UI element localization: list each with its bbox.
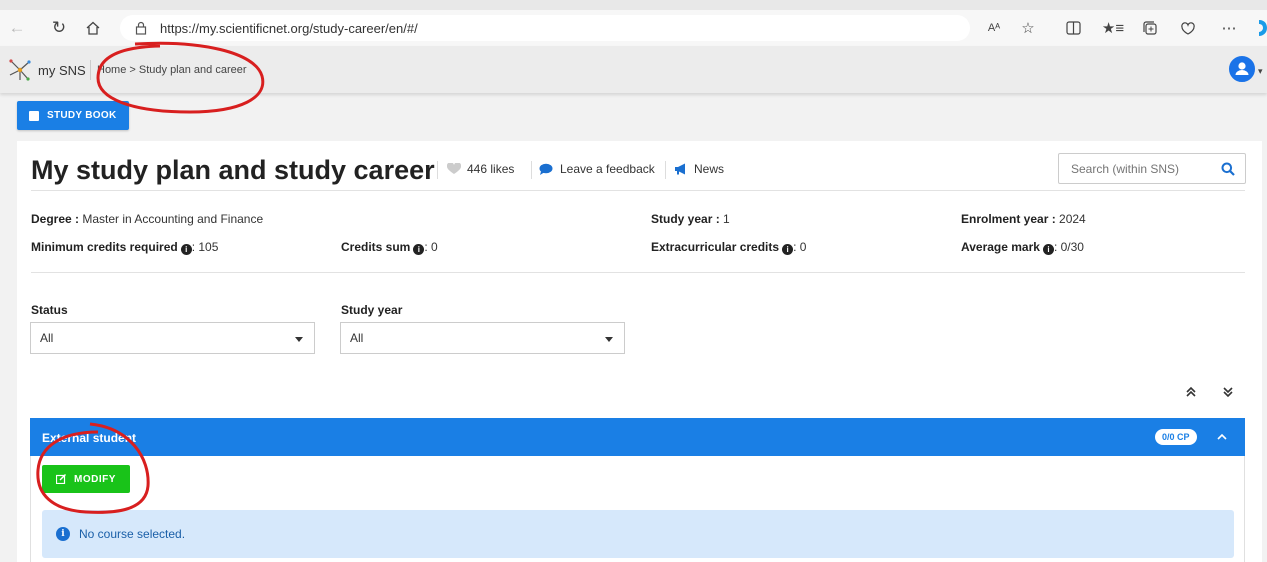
credits-sum-label: Credits sum xyxy=(341,240,410,254)
megaphone-icon xyxy=(674,163,688,175)
search-input[interactable] xyxy=(1071,162,1201,176)
study-year-select-value: All xyxy=(350,331,363,345)
breadcrumb[interactable]: Home > Study plan and career xyxy=(97,64,247,76)
app-header: my SNS Home > Study plan and career ▾ xyxy=(0,46,1267,93)
comment-icon xyxy=(539,163,553,175)
external-student-panel-header[interactable]: External student 0/0 CP xyxy=(30,418,1245,456)
average-mark-label: Average mark xyxy=(961,240,1040,254)
divider xyxy=(437,161,438,179)
credits-sum-info: Credits sumi: 0 xyxy=(341,240,438,255)
collapse-all-icon[interactable] xyxy=(1185,385,1197,401)
edit-icon xyxy=(56,474,66,484)
likes-button[interactable]: 446 likes xyxy=(447,162,514,176)
info-icon[interactable]: i xyxy=(413,244,424,255)
status-filter-label: Status xyxy=(31,303,68,317)
logo-icon[interactable] xyxy=(8,58,32,82)
min-credits-label: Minimum credits required xyxy=(31,240,178,254)
more-icon[interactable]: ⋯ xyxy=(1218,17,1240,39)
average-mark-value: : 0/30 xyxy=(1054,240,1084,254)
extra-credits-label: Extracurricular credits xyxy=(651,240,779,254)
enrolment-year-info: Enrolment year : 2024 xyxy=(961,212,1086,226)
url-text[interactable]: https://my.scientificnet.org/study-caree… xyxy=(160,21,418,36)
divider xyxy=(31,190,1245,191)
reload-icon[interactable]: ↻ xyxy=(48,17,70,39)
modify-button[interactable]: MODIFY xyxy=(42,465,130,493)
feedback-label: Leave a feedback xyxy=(560,162,655,176)
extra-credits-info: Extracurricular creditsi: 0 xyxy=(651,240,806,255)
chevron-down-icon xyxy=(295,337,303,342)
credits-badge: 0/0 CP xyxy=(1155,429,1197,445)
study-year-value: 1 xyxy=(720,212,730,226)
enrolment-year-label: Enrolment year : xyxy=(961,212,1056,226)
info-icon: i xyxy=(56,527,70,541)
alert-text: No course selected. xyxy=(79,527,185,541)
chevron-down-icon xyxy=(605,337,613,342)
divider xyxy=(665,161,666,179)
study-year-label: Study year : xyxy=(651,212,720,226)
info-icon[interactable]: i xyxy=(782,244,793,255)
expand-all-icon[interactable] xyxy=(1222,385,1234,401)
min-credits-info: Minimum credits requiredi: 105 xyxy=(31,240,218,255)
degree-info: Degree : Master in Accounting and Financ… xyxy=(31,212,263,226)
favorites-icon[interactable]: ★≡ xyxy=(1102,17,1124,39)
browser-toolbar: ← ↻ https://my.scientificnet.org/study-c… xyxy=(0,10,1267,46)
chevron-up-icon[interactable] xyxy=(1217,429,1227,444)
divider xyxy=(531,161,532,179)
user-icon[interactable] xyxy=(1229,56,1255,82)
favorite-star-icon[interactable]: ☆ xyxy=(1017,17,1039,39)
min-credits-value: : 105 xyxy=(192,240,219,254)
news-label: News xyxy=(694,162,724,176)
status-select[interactable]: All xyxy=(30,322,315,354)
brand-name[interactable]: my SNS xyxy=(38,63,86,78)
extra-credits-value: : 0 xyxy=(793,240,806,254)
credits-sum-value: : 0 xyxy=(424,240,437,254)
feedback-link[interactable]: Leave a feedback xyxy=(539,162,655,176)
address-bar[interactable]: https://my.scientificnet.org/study-caree… xyxy=(120,15,970,41)
status-select-value: All xyxy=(40,331,53,345)
split-screen-icon[interactable] xyxy=(1062,17,1084,39)
divider xyxy=(31,272,1245,273)
page-title: My study plan and study career xyxy=(31,155,435,186)
main-card: My study plan and study career 446 likes… xyxy=(17,141,1262,562)
modify-label: MODIFY xyxy=(74,474,116,485)
tab-strip xyxy=(0,0,1267,10)
study-book-label: STUDY BOOK xyxy=(47,110,117,121)
divider xyxy=(90,60,91,80)
study-year-select[interactable]: All xyxy=(340,322,625,354)
degree-label: Degree : xyxy=(31,212,79,226)
collections-icon[interactable] xyxy=(1139,17,1161,39)
copilot-icon[interactable] xyxy=(1251,17,1267,39)
read-aloud-icon[interactable]: Aᴬ xyxy=(983,17,1005,39)
book-icon xyxy=(29,111,39,121)
study-year-filter-label: Study year xyxy=(341,303,402,317)
home-icon[interactable] xyxy=(82,17,104,39)
info-icon[interactable]: i xyxy=(181,244,192,255)
info-icon[interactable]: i xyxy=(1043,244,1054,255)
user-menu-caret[interactable]: ▾ xyxy=(1258,66,1263,77)
no-course-alert: i No course selected. xyxy=(42,510,1234,558)
news-link[interactable]: News xyxy=(674,162,724,176)
heart-icon xyxy=(447,163,461,175)
back-icon[interactable]: ← xyxy=(6,17,28,39)
study-year-info: Study year : 1 xyxy=(651,212,730,226)
panel-title: External student xyxy=(42,431,136,445)
search-icon[interactable] xyxy=(1221,162,1235,176)
average-mark-info: Average marki: 0/30 xyxy=(961,240,1084,255)
extensions-icon[interactable] xyxy=(1177,17,1199,39)
degree-value: Master in Accounting and Finance xyxy=(79,212,263,226)
search-box[interactable] xyxy=(1058,153,1246,184)
likes-count: 446 likes xyxy=(467,162,514,176)
external-student-panel-body: MODIFY i No course selected. xyxy=(30,456,1245,562)
study-book-button[interactable]: STUDY BOOK xyxy=(17,101,129,130)
lock-icon[interactable] xyxy=(133,20,149,36)
enrolment-year-value: 2024 xyxy=(1056,212,1086,226)
